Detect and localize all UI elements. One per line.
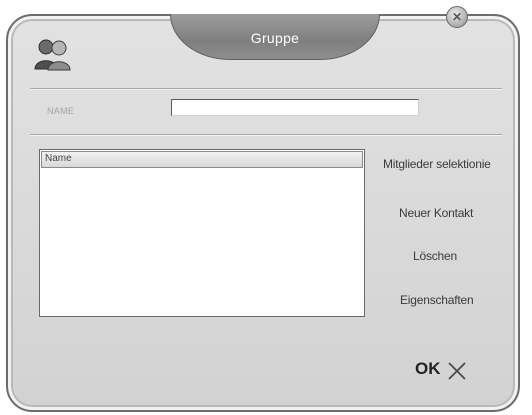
group-icon [34,39,71,71]
x-icon[interactable] [446,360,468,382]
new-contact-button[interactable]: Neuer Kontakt [399,206,473,220]
top-separator [30,88,502,90]
list-header-name[interactable]: Name [41,151,363,168]
name-label: NAME [47,106,75,116]
ok-button[interactable]: OK [415,359,441,379]
middle-separator [30,134,502,136]
dialog-title: Gruppe [250,30,300,46]
name-input[interactable] [171,99,419,116]
properties-button[interactable]: Eigenschaften [400,293,474,307]
select-members-button[interactable]: Mitglieder selektionie [383,157,491,171]
member-list[interactable]: Name [39,149,365,317]
close-icon[interactable]: ✕ [446,6,468,28]
delete-button[interactable]: Löschen [413,249,457,263]
